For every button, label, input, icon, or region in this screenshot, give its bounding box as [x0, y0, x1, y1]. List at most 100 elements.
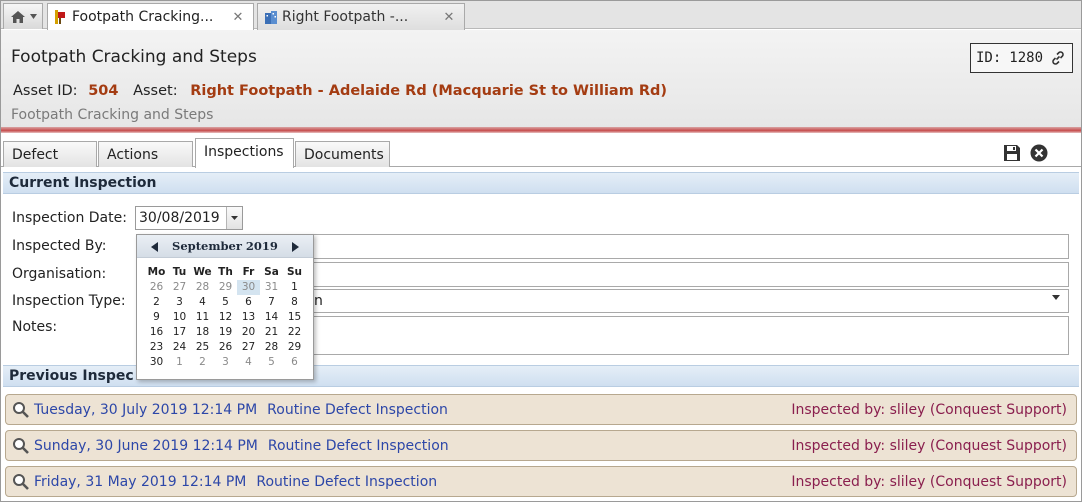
calendar-day[interactable]: 26 [214, 340, 237, 355]
asset-label: Asset: [133, 83, 178, 99]
record-header: Footpath Cracking and Steps ID: 1280 Ass… [1, 30, 1081, 130]
calendar-day[interactable]: 8 [283, 295, 306, 310]
calendar-day[interactable]: 28 [260, 340, 283, 355]
inspection-date-link[interactable]: Tuesday, 30 July 2019 12:14 PM [34, 402, 257, 418]
date-dropdown-button[interactable] [226, 207, 242, 229]
calendar-day[interactable]: 28 [191, 280, 214, 295]
calendar-day[interactable]: 31 [260, 280, 283, 295]
asset-id-value[interactable]: 504 [88, 83, 118, 99]
search-icon [13, 401, 29, 418]
inspection-date-value[interactable]: 30/08/2019 [136, 210, 226, 226]
id-value: 1280 [1009, 50, 1044, 66]
calendar-day[interactable]: 1 [168, 355, 191, 370]
previous-inspection-row[interactable]: Sunday, 30 June 2019 12:14 PM Routine De… [5, 430, 1077, 461]
notes-field[interactable] [311, 316, 1069, 355]
inspection-type-link[interactable]: Routine Defect Inspection [256, 474, 437, 490]
close-record-icon[interactable] [1030, 144, 1048, 162]
inspection-type-link[interactable]: Routine Defect Inspection [268, 438, 449, 454]
tab-asset-record[interactable]: Right Footpath -... ✕ [257, 3, 465, 30]
calendar-day[interactable]: 27 [168, 280, 191, 295]
inspected-by-field[interactable] [311, 234, 1069, 259]
tab-label: Right Footpath -... [282, 9, 409, 25]
organisation-field[interactable] [311, 262, 1069, 287]
tab-defect-record[interactable]: Footpath Cracking... ✕ [47, 3, 254, 30]
calendar-day[interactable]: 27 [237, 340, 260, 355]
calendar-day[interactable]: 26 [145, 280, 168, 295]
asset-line: Asset ID: 504 Asset: Right Footpath - Ad… [13, 83, 667, 99]
calendar-month[interactable]: September 2019 [172, 239, 278, 253]
calendar-header: September 2019 [137, 235, 313, 258]
record-tabs: Defect Actions Inspections Documents [1, 137, 1081, 168]
calendar-day[interactable]: 30 [145, 355, 168, 370]
calendar-day[interactable]: 17 [168, 325, 191, 340]
calendar-day[interactable]: 14 [260, 310, 283, 325]
link-icon[interactable] [1050, 50, 1066, 66]
inspection-date-label: Inspection Date: [12, 210, 127, 226]
calendar-day[interactable]: 25 [191, 340, 214, 355]
current-inspection-heading: Current Inspection [3, 172, 1079, 194]
calendar-day[interactable]: 20 [237, 325, 260, 340]
record-id-box: ID: 1280 [970, 43, 1073, 73]
calendar-day[interactable]: 10 [168, 310, 191, 325]
home-icon [10, 10, 25, 23]
inspection-type-select[interactable]: n [311, 289, 1069, 313]
calendar-day[interactable]: 3 [168, 295, 191, 310]
calendar-day[interactable]: 13 [237, 310, 260, 325]
calendar-day[interactable]: 11 [191, 310, 214, 325]
weekday-label: Sa [264, 266, 279, 278]
previous-inspection-row[interactable]: Tuesday, 30 July 2019 12:14 PM Routine D… [5, 394, 1077, 425]
inspected-by-text: Inspected by: sliley (Conquest Support) [791, 437, 1067, 454]
home-menu-button[interactable] [3, 3, 43, 29]
calendar-day[interactable]: 24 [168, 340, 191, 355]
calendar-day[interactable]: 5 [214, 295, 237, 310]
calendar-day[interactable]: 19 [214, 325, 237, 340]
calendar-day[interactable]: 2 [191, 355, 214, 370]
window: Footpath Cracking... ✕ Right Footpath -.… [0, 0, 1082, 502]
calendar-day[interactable]: 4 [237, 355, 260, 370]
tab-defect[interactable]: Defect [3, 141, 97, 167]
previous-inspection-row[interactable]: Friday, 31 May 2019 12:14 PM Routine Def… [5, 466, 1077, 497]
calendar-day[interactable]: 7 [260, 295, 283, 310]
calendar-day[interactable]: 6 [283, 355, 306, 370]
calendar-day[interactable]: 4 [191, 295, 214, 310]
close-tab-icon[interactable]: ✕ [440, 10, 458, 25]
organisation-label: Organisation: [12, 266, 107, 282]
inspection-date-link[interactable]: Sunday, 30 June 2019 12:14 PM [34, 438, 258, 454]
inspection-date-link[interactable]: Friday, 31 May 2019 12:14 PM [34, 474, 246, 490]
chevron-down-icon [1052, 295, 1060, 300]
tab-actions[interactable]: Actions [98, 141, 193, 167]
calendar-day[interactable]: 15 [283, 310, 306, 325]
date-picker-calendar: September 2019 Mo Tu We Th Fr Sa Su 26 27… [136, 234, 314, 380]
calendar-day[interactable]: 1 [283, 280, 306, 295]
calendar-day[interactable]: 6 [237, 295, 260, 310]
close-tab-icon[interactable]: ✕ [229, 10, 247, 25]
calendar-day[interactable]: 2 [145, 295, 168, 310]
calendar-day[interactable]: 9 [145, 310, 168, 325]
previous-month-icon[interactable] [151, 242, 158, 252]
calendar-day[interactable]: 30 [237, 280, 260, 295]
inspection-date-picker[interactable]: 30/08/2019 [135, 206, 243, 230]
calendar-day[interactable]: 23 [145, 340, 168, 355]
asset-value-link[interactable]: Right Footpath - Adelaide Rd (Macquarie … [190, 83, 667, 99]
record-subtitle: Footpath Cracking and Steps [11, 107, 214, 123]
search-icon [13, 473, 29, 490]
calendar-days: 26 27 28 29 30 31 1 2 3 4 5 6 7 8 9 10 11 12 13 14 15 16 17 18 1… [145, 280, 313, 370]
save-icon[interactable] [1003, 144, 1021, 162]
calendar-day[interactable]: 3 [214, 355, 237, 370]
calendar-day[interactable]: 12 [214, 310, 237, 325]
tab-documents[interactable]: Documents [295, 141, 390, 167]
calendar-day[interactable]: 5 [260, 355, 283, 370]
calendar-day[interactable]: 29 [214, 280, 237, 295]
next-month-icon[interactable] [292, 242, 299, 252]
calendar-day[interactable]: 29 [283, 340, 306, 355]
calendar-day[interactable]: 16 [145, 325, 168, 340]
calendar-day[interactable]: 18 [191, 325, 214, 340]
inspection-type-link[interactable]: Routine Defect Inspection [267, 402, 448, 418]
inspected-by-label: Inspected By: [12, 238, 107, 254]
asset-id-label: Asset ID: [13, 83, 78, 99]
weekday-label: Tu [172, 266, 187, 278]
document-tab-strip: Footpath Cracking... ✕ Right Footpath -.… [1, 1, 1081, 30]
calendar-day[interactable]: 21 [260, 325, 283, 340]
calendar-day[interactable]: 22 [283, 325, 306, 340]
tab-inspections[interactable]: Inspections [195, 138, 294, 168]
